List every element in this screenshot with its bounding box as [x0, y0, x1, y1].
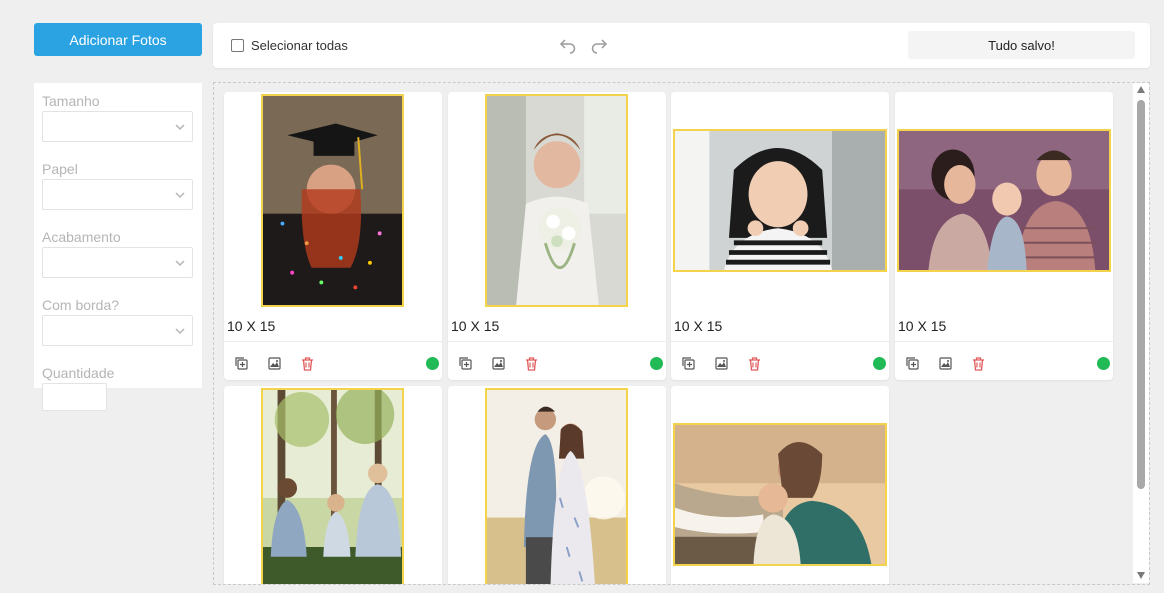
select-all-checkbox[interactable]: Selecionar todas: [231, 38, 348, 53]
image-edit-icon[interactable]: [714, 356, 729, 371]
card-divider: [895, 341, 1113, 342]
finish-label: Acabamento: [42, 229, 121, 245]
status-ok-icon: [426, 357, 439, 370]
image-edit-icon[interactable]: [267, 356, 282, 371]
vertical-scrollbar[interactable]: [1133, 83, 1149, 583]
card-divider: [224, 341, 442, 342]
scroll-up-icon[interactable]: [1137, 86, 1145, 93]
quantity-input[interactable]: [42, 383, 107, 411]
card-divider: [448, 341, 666, 342]
photo-size-label: 10 X 15: [674, 318, 723, 334]
image-edit-icon[interactable]: [938, 356, 953, 371]
duplicate-icon[interactable]: [458, 356, 473, 371]
photo-size-label: 10 X 15: [451, 318, 500, 334]
bride-photo: [487, 96, 626, 305]
photo-card[interactable]: 10 X 15: [671, 92, 889, 380]
duplicate-icon[interactable]: [905, 356, 920, 371]
finish-select[interactable]: [42, 247, 193, 278]
trash-icon[interactable]: [300, 356, 315, 371]
scrollbar-thumb[interactable]: [1137, 100, 1145, 489]
select-all-label: Selecionar todas: [251, 38, 348, 53]
print-options-sidebar: Tamanho Papel Acabamento Com borda? Quan…: [34, 83, 202, 411]
photo-thumbnail[interactable]: [485, 388, 628, 584]
duplicate-icon[interactable]: [681, 356, 696, 371]
girl-photo: [675, 131, 885, 270]
checkbox-box[interactable]: [231, 39, 244, 52]
photo-card[interactable]: 10 X 15: [895, 92, 1113, 380]
save-status: Tudo salvo!: [908, 31, 1135, 59]
toolbar: Selecionar todas Tudo salvo!: [213, 23, 1150, 68]
card-divider: [671, 341, 889, 342]
trash-icon[interactable]: [971, 356, 986, 371]
card-actions: [234, 356, 315, 371]
photo-grid: 10 X 15 10 X 15 10 X 15 10 X 15: [213, 82, 1150, 585]
chevron-down-icon: [175, 260, 185, 267]
photo-card[interactable]: [224, 386, 442, 584]
border-label: Com borda?: [42, 297, 120, 313]
photo-size-label: 10 X 15: [898, 318, 947, 334]
chevron-down-icon: [175, 124, 185, 131]
chevron-down-icon: [175, 328, 185, 335]
size-select[interactable]: [42, 111, 193, 142]
photo-card[interactable]: [448, 386, 666, 584]
chevron-down-icon: [175, 192, 185, 199]
card-actions: [905, 356, 986, 371]
card-actions: [458, 356, 539, 371]
family-baby-photo: [899, 131, 1109, 270]
forest-family-photo: [263, 390, 402, 584]
scroll-down-icon[interactable]: [1137, 572, 1145, 579]
photo-thumbnail[interactable]: [261, 388, 404, 584]
status-ok-icon: [873, 357, 886, 370]
trash-icon[interactable]: [747, 356, 762, 371]
status-ok-icon: [650, 357, 663, 370]
paper-label: Papel: [42, 161, 78, 177]
size-label: Tamanho: [42, 93, 100, 109]
photo-thumbnail[interactable]: [673, 129, 887, 272]
undo-icon[interactable]: [559, 36, 577, 54]
photo-thumbnail[interactable]: [673, 423, 887, 566]
photo-card[interactable]: 10 X 15: [448, 92, 666, 380]
couple-photo: [487, 390, 626, 584]
card-actions: [681, 356, 762, 371]
graduate-photo: [263, 96, 402, 305]
quantity-label: Quantidade: [42, 365, 115, 381]
photo-size-label: 10 X 15: [227, 318, 276, 334]
photo-card[interactable]: [671, 386, 889, 584]
beach-photo: [675, 425, 885, 564]
redo-icon[interactable]: [590, 36, 608, 54]
duplicate-icon[interactable]: [234, 356, 249, 371]
add-photos-button[interactable]: Adicionar Fotos: [34, 23, 202, 56]
photo-thumbnail[interactable]: [261, 94, 404, 307]
photo-thumbnail[interactable]: [485, 94, 628, 307]
status-ok-icon: [1097, 357, 1110, 370]
photo-card[interactable]: 10 X 15: [224, 92, 442, 380]
photo-thumbnail[interactable]: [897, 129, 1111, 272]
border-select[interactable]: [42, 315, 193, 346]
trash-icon[interactable]: [524, 356, 539, 371]
image-edit-icon[interactable]: [491, 356, 506, 371]
paper-select[interactable]: [42, 179, 193, 210]
